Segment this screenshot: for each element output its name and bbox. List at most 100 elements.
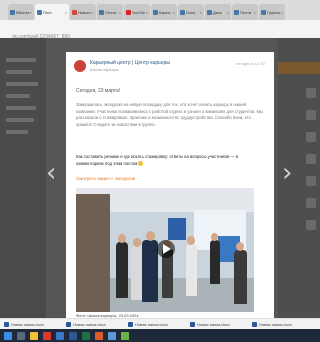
person-head [133,238,141,247]
browser-tab[interactable]: YouTube× [124,4,150,20]
tab-label: Почта [105,9,117,15]
person-figure [234,250,247,304]
post-greeting: Сегодня, 23 марта! [76,88,121,94]
tab-favicon-icon [207,9,212,15]
tab-close-icon[interactable]: × [200,10,202,15]
browser-tab[interactable]: ВКонтакте× [8,4,34,20]
download-label: Новая папка.docx [73,321,106,327]
author-avatar[interactable] [74,60,86,72]
browser-tab[interactable]: Группа × [259,4,285,20]
person-head [146,231,155,241]
tab-close-icon[interactable]: × [92,10,94,15]
sidebar-item[interactable] [6,82,38,86]
sidebar-item[interactable] [6,58,36,62]
tab-favicon-icon [10,9,15,15]
download-item[interactable]: Новая папка.docx [128,321,186,327]
browser-tab[interactable]: Docs × [178,4,204,20]
explorer-icon[interactable] [30,331,38,340]
play-button[interactable] [157,240,175,258]
tab-favicon-icon [99,9,104,15]
tab-label: Новости [78,9,91,15]
avatar[interactable] [306,220,316,230]
post-subtitle: Школа карьеры [90,67,119,72]
avatar[interactable] [306,198,316,208]
tab-label: Почта [240,9,252,15]
tab-close-icon[interactable]: × [30,10,32,15]
tab-favicon-icon [37,9,42,15]
downloads-bar: Новая папка.docx Новая папка.docx Новая па… [0,318,320,329]
taskbar [0,329,320,342]
download-item[interactable]: Новая папка.docx [4,321,62,327]
avatar[interactable] [306,154,316,164]
tab-label: Диск [213,9,222,15]
sidebar-item[interactable] [6,118,34,122]
person-head [236,242,244,251]
tab-label: Группа [267,9,280,15]
excel-icon[interactable] [82,331,90,340]
document-icon [4,321,9,327]
tab-favicon-icon [261,9,266,15]
sidebar-item[interactable] [6,106,36,110]
video-link[interactable]: Смотреть видео с экскурсии [76,176,135,181]
post-paragraph: Завершилась экскурсия на новую площадку … [76,102,264,127]
post-emphasis-text: Как составить резюме и где искать стажир… [76,154,239,166]
search-icon[interactable] [17,331,25,340]
word-icon[interactable] [69,331,77,340]
document-icon [190,321,195,327]
tab-favicon-icon [126,9,131,15]
download-item[interactable]: Новая папка.docx [252,321,310,327]
address-bar[interactable]: vk.com/wall-1234567_890 [0,20,320,40]
browser-icon[interactable] [43,331,51,340]
avatar[interactable] [306,176,316,186]
post-video-thumbnail[interactable] [76,188,254,312]
tab-label: Пост [43,9,52,15]
browser-tab[interactable]: Карты × [151,4,177,20]
browser-tab[interactable]: Почта × [97,4,123,20]
tab-close-icon[interactable]: × [227,10,229,15]
post-author[interactable]: Карьерный центр | Центр карьеры [90,60,170,66]
tab-label: YouTube [132,9,145,15]
media-icon[interactable] [95,331,103,340]
tab-favicon-icon [153,9,158,15]
person-figure [186,244,197,296]
post-date[interactable]: сегодня в 12:30 [236,61,265,66]
chat-icon[interactable] [121,331,129,340]
download-label: Новая папка.docx [197,321,230,327]
header-strip [278,62,320,74]
left-wall [76,194,110,312]
avatar[interactable] [306,110,316,120]
tab-close-icon[interactable]: × [65,10,67,15]
tab-close-icon[interactable]: × [146,10,148,15]
post-emphasis: Как составить резюме и где искать стажир… [76,154,266,167]
browser-tab[interactable]: Новости× [70,4,96,20]
tab-close-icon[interactable]: × [254,10,256,15]
browser-tab[interactable]: Диск × [205,4,231,20]
avatar[interactable] [306,88,316,98]
smile-emoji-icon [138,160,144,166]
left-sidebar [0,38,46,318]
avatar[interactable] [306,132,316,142]
document-icon [128,321,133,327]
browser-tab[interactable]: Пост × [35,4,69,20]
next-post-arrow-icon[interactable]: › [282,160,292,186]
start-icon[interactable] [4,331,12,340]
document-icon [252,321,257,327]
sidebar-item[interactable] [6,70,32,74]
download-item[interactable]: Новая папка.docx [66,321,124,327]
tab-close-icon[interactable]: × [119,10,121,15]
document-icon [66,321,71,327]
previous-post-arrow-icon[interactable]: ‹ [46,160,56,186]
mail-icon[interactable] [56,331,64,340]
display-screen [168,218,186,240]
person-figure [116,242,128,298]
photos-icon[interactable] [108,331,116,340]
sidebar-item[interactable] [6,94,30,98]
tab-label: Карты [159,9,171,15]
tab-close-icon[interactable]: × [173,10,175,15]
browser-tab[interactable]: Почта × [232,4,258,20]
tab-label: ВКонтакте [16,9,29,15]
download-item[interactable]: Новая папка.docx [190,321,248,327]
sidebar-item[interactable] [6,130,28,134]
tab-close-icon[interactable]: × [281,10,283,15]
person-head [118,234,126,243]
